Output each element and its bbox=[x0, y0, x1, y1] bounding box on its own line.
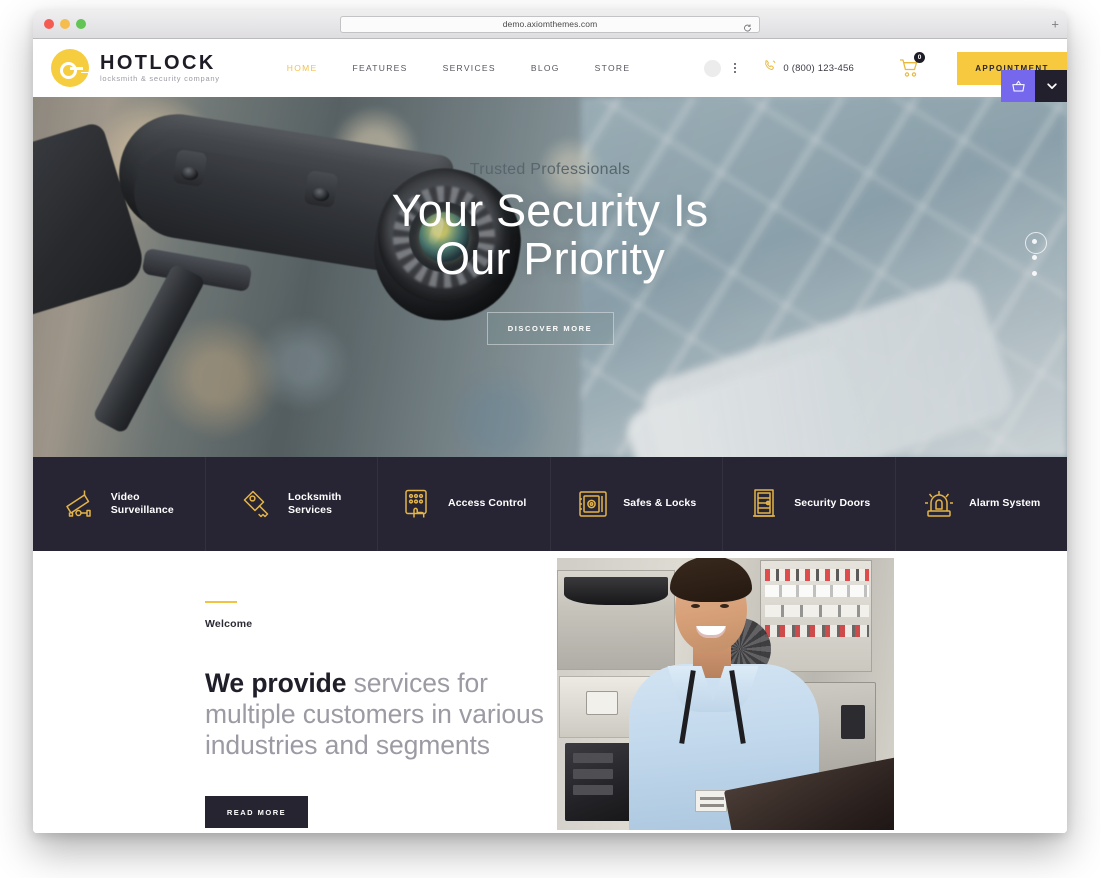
cctv-camera-icon bbox=[64, 487, 98, 521]
welcome-label: Welcome bbox=[205, 618, 253, 630]
keyhole-logo-icon bbox=[51, 49, 89, 87]
security-door-icon bbox=[747, 487, 781, 521]
service-item-alarm-system[interactable]: Alarm System bbox=[896, 457, 1068, 551]
chevron-down-button[interactable] bbox=[1035, 70, 1067, 102]
address-bar[interactable]: demo.axiomthemes.com bbox=[340, 15, 760, 33]
cart-button[interactable]: 0 bbox=[898, 52, 925, 79]
window-controls[interactable] bbox=[44, 19, 86, 29]
avatar[interactable] bbox=[704, 59, 722, 77]
read-more-button[interactable]: READ MORE bbox=[205, 796, 308, 828]
hero-slider: Trusted Professionals Your Security Is O… bbox=[33, 97, 1067, 457]
slider-dot-1[interactable] bbox=[1024, 231, 1047, 254]
phone-block[interactable]: 0 (800) 123-456 bbox=[763, 59, 854, 78]
nav-item-blog[interactable]: BLOG bbox=[531, 63, 560, 73]
more-options-icon[interactable] bbox=[728, 59, 742, 77]
service-label-line1: Video bbox=[110, 490, 140, 503]
service-item-video-surveillance[interactable]: Video Surveillance bbox=[33, 457, 206, 551]
hero-subtitle: Trusted Professionals bbox=[469, 161, 631, 178]
slider-dot-2[interactable] bbox=[1032, 255, 1037, 260]
service-label: Alarm System bbox=[969, 497, 1041, 510]
logo-tagline: locksmith & security company bbox=[100, 74, 220, 84]
nav-item-store[interactable]: STORE bbox=[595, 63, 631, 73]
service-item-safes-and-locks[interactable]: Safes & Locks bbox=[551, 457, 723, 551]
service-label: Locksmith Services bbox=[288, 491, 341, 518]
service-label: Safes & Locks bbox=[623, 497, 697, 510]
url-text: demo.axiomthemes.com bbox=[502, 19, 598, 29]
service-label: Video Surveillance bbox=[111, 491, 174, 518]
new-tab-button[interactable]: + bbox=[1051, 18, 1059, 31]
phone-number: 0 (800) 123-456 bbox=[783, 62, 854, 74]
main-navigation: HOME FEATURES SERVICES BLOG STORE bbox=[287, 63, 631, 73]
page-bottom-edge bbox=[33, 830, 1067, 833]
nav-item-home[interactable]: HOME bbox=[287, 63, 318, 73]
safe-box-icon bbox=[576, 487, 610, 521]
nav-item-services[interactable]: SERVICES bbox=[443, 63, 496, 73]
slider-pagination[interactable] bbox=[1024, 231, 1047, 276]
close-window-button[interactable] bbox=[44, 19, 54, 29]
services-strip: Video Surveillance Locksmith Services Ac… bbox=[33, 457, 1067, 551]
hero-content: Trusted Professionals Your Security Is O… bbox=[33, 161, 1067, 346]
browser-chrome: demo.axiomthemes.com + bbox=[33, 10, 1067, 39]
site-logo[interactable]: HOTLOCK locksmith & security company bbox=[51, 49, 220, 87]
service-item-security-doors[interactable]: Security Doors bbox=[723, 457, 896, 551]
cart-badge: 0 bbox=[914, 52, 925, 63]
service-item-access-control[interactable]: Access Control bbox=[378, 457, 551, 551]
discover-more-button[interactable]: DISCOVER MORE bbox=[486, 312, 614, 346]
phone-icon bbox=[763, 59, 777, 78]
hero-title-line-1: Your Security Is bbox=[391, 185, 709, 236]
welcome-section: Welcome We provide services for multiple… bbox=[33, 551, 1067, 833]
service-label-line2: Services bbox=[288, 504, 333, 516]
hero-title: Your Security Is Our Priority bbox=[33, 185, 1067, 285]
basket-widget-button[interactable] bbox=[1001, 70, 1035, 102]
browser-window: demo.axiomthemes.com + HOTLOCK locksmith… bbox=[33, 10, 1067, 833]
welcome-text-column: Welcome We provide services for multiple… bbox=[205, 601, 560, 833]
service-item-locksmith-services[interactable]: Locksmith Services bbox=[206, 457, 378, 551]
reload-icon[interactable] bbox=[743, 20, 752, 32]
welcome-photo-technician bbox=[557, 558, 894, 833]
welcome-heading-bold: We provide bbox=[205, 668, 347, 698]
alarm-siren-icon bbox=[922, 487, 956, 521]
accent-divider bbox=[205, 601, 237, 603]
logo-title: HOTLOCK bbox=[100, 52, 216, 75]
page-viewport: HOTLOCK locksmith & security company HOM… bbox=[33, 39, 1067, 833]
hero-title-line-2: Our Priority bbox=[435, 233, 665, 285]
service-label: Security Doors bbox=[794, 497, 871, 510]
site-header: HOTLOCK locksmith & security company HOM… bbox=[33, 39, 1067, 97]
service-label-line1: Locksmith bbox=[288, 490, 342, 503]
key-lock-icon bbox=[241, 487, 275, 521]
service-label: Access Control bbox=[448, 497, 527, 510]
slider-dot-3[interactable] bbox=[1032, 271, 1037, 276]
keypad-hand-icon bbox=[401, 487, 435, 521]
nav-item-features[interactable]: FEATURES bbox=[353, 63, 408, 73]
service-label-line2: Surveillance bbox=[110, 504, 174, 516]
welcome-heading: We provide services for multiple custome… bbox=[205, 668, 560, 761]
minimize-window-button[interactable] bbox=[60, 19, 70, 29]
maximize-window-button[interactable] bbox=[76, 19, 86, 29]
